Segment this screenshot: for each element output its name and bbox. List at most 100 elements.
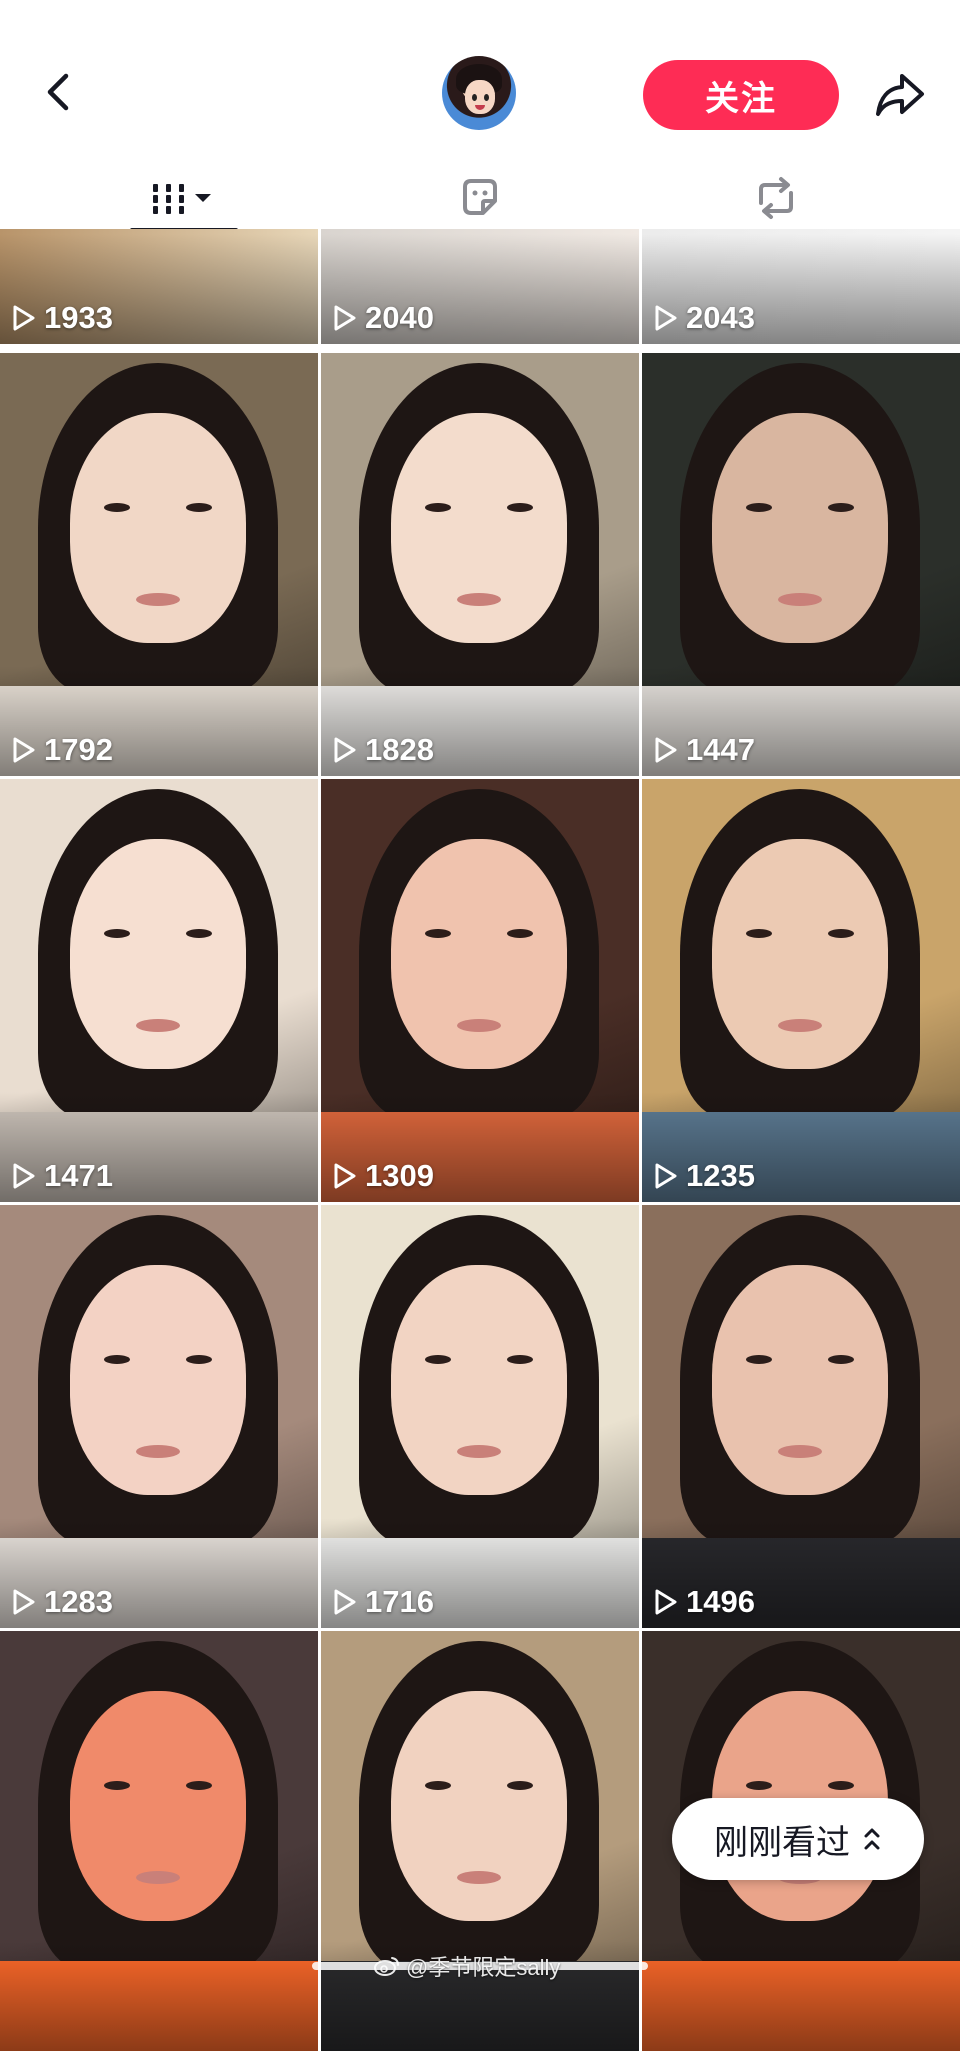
play-icon [334,1589,356,1615]
video-tile[interactable]: 2043 [642,229,960,344]
thumbnail-eye [425,1355,451,1364]
thumbnail-eye [186,929,212,938]
video-tile[interactable]: 1283 [0,1205,318,1628]
thumbnail-face [391,1691,567,1921]
tab-works[interactable] [130,160,238,236]
view-count-value: 1828 [365,732,434,767]
thumbnail-eye [104,503,130,512]
thumbnail-eye [425,1781,451,1790]
play-icon [334,737,356,763]
view-count-value: 1235 [686,1158,755,1193]
thumbnail-eye [425,503,451,512]
thumbnail-eye [828,1781,854,1790]
video-tile[interactable]: 1933 [0,229,318,344]
thumbnail-lips [136,593,180,606]
thumbnail-lips [457,1019,501,1032]
thumbnail-face [712,413,888,643]
thumbnail-face [70,839,246,1069]
video-tile[interactable]: 1235 [642,779,960,1202]
thumbnail-eye [746,503,772,512]
video-tile[interactable] [321,1631,639,2051]
thumbnail-eye [104,1355,130,1364]
video-tile[interactable] [0,1631,318,2051]
thumbnail-eye [186,503,212,512]
view-count: 2040 [333,300,434,336]
weibo-icon [374,1957,399,1976]
play-icon [13,305,35,331]
profile-tabs [0,160,960,236]
view-count: 1447 [654,732,755,768]
chevron-up-down-icon [864,1828,880,1850]
thumbnail-eye [507,929,533,938]
avatar[interactable] [442,56,516,130]
view-count-value: 1283 [44,1584,113,1619]
thumbnail-eye [186,1355,212,1364]
thumbnail-lips [778,1445,822,1458]
thumbnail-face [712,839,888,1069]
thumbnail-eye [507,503,533,512]
view-count-value: 1447 [686,732,755,767]
follow-button[interactable]: 关注 [643,60,839,130]
view-count-value: 2043 [686,300,755,335]
view-count: 1309 [333,1158,434,1194]
watermark: @季节限定sally [374,1950,560,1982]
thumbnail-face [70,1265,246,1495]
tab-reposts[interactable] [736,160,816,236]
view-count: 1716 [333,1584,434,1620]
recently-viewed-label: 刚刚看过 [714,1823,850,1862]
play-icon [13,737,35,763]
video-tile[interactable]: 1496 [642,1205,960,1628]
thumbnail-eye [746,1781,772,1790]
thumbnail-eye [828,503,854,512]
view-count-value: 1471 [44,1158,113,1193]
video-tile[interactable]: 1309 [321,779,639,1202]
view-count: 1792 [12,732,113,768]
thumbnail-eye [828,1355,854,1364]
tab-likes[interactable] [440,160,520,236]
thumbnail-lips [136,1871,180,1884]
thumbnail-lips [457,1871,501,1884]
thumbnail-gradient [0,1941,318,2051]
thumbnail-face [70,1691,246,1921]
thumbnail-eye [746,1355,772,1364]
thumbnail-face [391,839,567,1069]
view-count: 2043 [654,300,755,336]
repost-icon [759,177,793,219]
view-count-value: 2040 [365,300,434,335]
thumbnail-gradient [642,1941,960,2051]
thumbnail-face [391,413,567,643]
thumbnail-lips [136,1019,180,1032]
chevron-left-icon [47,73,69,111]
play-icon [655,1163,677,1189]
thumbnail-eye [104,929,130,938]
thumbnail-face [391,1265,567,1495]
video-tile[interactable]: 1792 [0,353,318,776]
play-icon [655,737,677,763]
view-count: 1828 [333,732,434,768]
grid-icon [153,184,211,214]
view-count: 1471 [12,1158,113,1194]
video-tile[interactable]: 1716 [321,1205,639,1628]
view-count-value: 1496 [686,1584,755,1619]
recently-viewed-button[interactable]: 刚刚看过 [672,1798,924,1880]
thumbnail-eye [425,929,451,938]
follow-button-label: 关注 [705,79,777,118]
share-icon [876,74,924,116]
video-tile[interactable]: 1828 [321,353,639,776]
view-count-value: 1716 [365,1584,434,1619]
video-tile[interactable]: 1447 [642,353,960,776]
watermark-text: @季节限定sally [406,1955,561,1980]
view-count: 1235 [654,1158,755,1194]
thumbnail-lips [778,593,822,606]
thumbnail-eye [186,1781,212,1790]
sticker-icon [463,179,497,215]
thumbnail-eye [104,1781,130,1790]
video-tile[interactable]: 1471 [0,779,318,1202]
video-tile[interactable]: 2040 [321,229,639,344]
top-bar: 关注 [0,0,960,160]
play-icon [334,305,356,331]
back-button[interactable] [38,70,82,114]
play-icon [13,1589,35,1615]
view-count-value: 1933 [44,300,113,335]
share-button[interactable] [872,66,928,122]
